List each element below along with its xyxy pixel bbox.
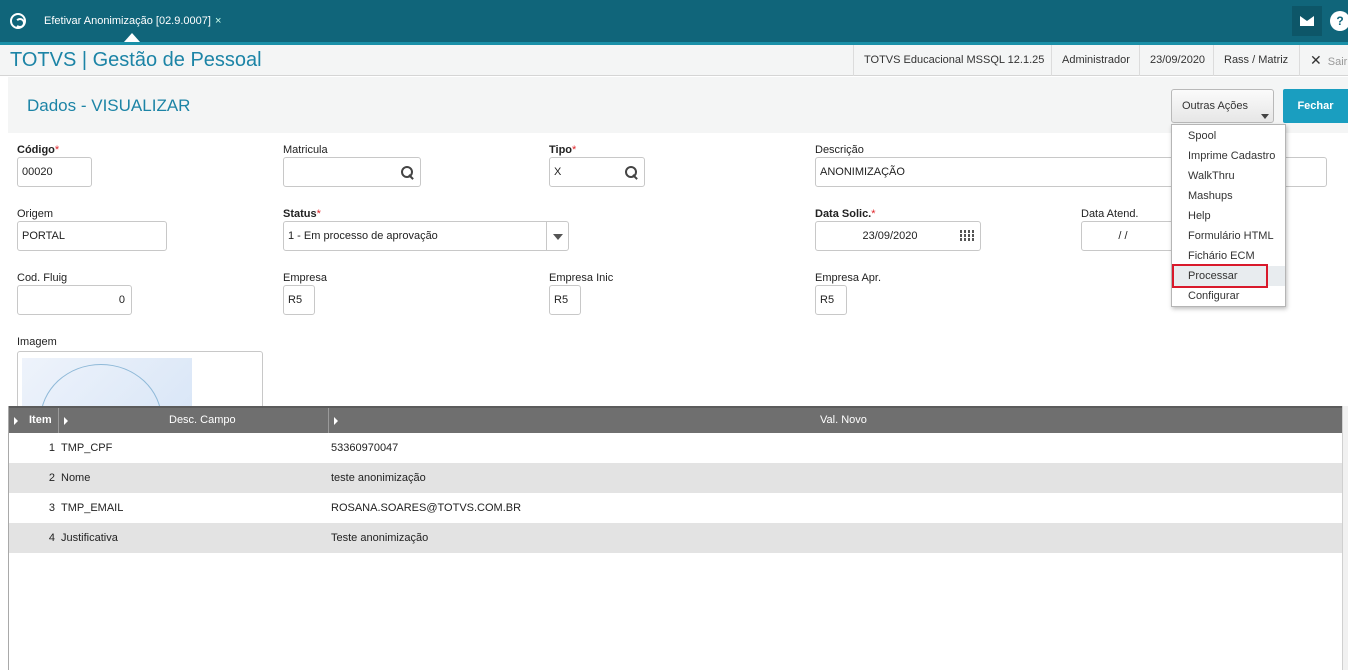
mail-icon xyxy=(1300,16,1314,26)
data-solic-label: Data Solic.* xyxy=(815,208,876,220)
menu-item-mashups[interactable]: Mashups xyxy=(1172,186,1285,206)
codigo-label: Código* xyxy=(17,144,60,156)
app-header: TOTVS | Gestão de Pessoal TOTVS Educacio… xyxy=(0,42,1348,76)
user-name[interactable]: Administrador xyxy=(1051,45,1140,76)
dropdown-arrow-icon[interactable] xyxy=(546,222,568,250)
top-bar: Efetivar Anonimização [02.9.0007] × ? xyxy=(0,0,1348,42)
empresa-apr-field[interactable]: R5 xyxy=(815,285,847,315)
data-grid: Item Desc. Campo Val. Novo 1 TMP_CPF 533… xyxy=(8,406,1343,670)
data-atend-label: Data Atend. xyxy=(1081,208,1139,220)
menu-item-help[interactable]: Help xyxy=(1172,206,1285,226)
status-value: 1 - Em processo de aprovação xyxy=(288,230,438,242)
exit-button[interactable]: ✕ Sair xyxy=(1299,45,1348,76)
image-thumbnail xyxy=(22,358,192,410)
close-icon: ✕ xyxy=(1310,52,1322,68)
cod-fluig-label: Cod. Fluig xyxy=(17,272,68,284)
empresa-apr-label: Empresa Apr. xyxy=(815,272,882,284)
title-bar: Dados - VISUALIZAR xyxy=(8,77,1348,133)
active-tab-indicator xyxy=(124,33,140,42)
system-date[interactable]: 23/09/2020 xyxy=(1139,45,1215,76)
empresa-field[interactable]: R5 xyxy=(283,285,315,315)
matricula-field[interactable] xyxy=(283,157,421,187)
imagem-field[interactable] xyxy=(17,351,263,411)
data-solic-field[interactable]: 23/09/2020 xyxy=(815,221,981,251)
outras-acoes-menu: Spool Imprime Cadastro WalkThru Mashups … xyxy=(1171,124,1286,307)
column-val-novo[interactable]: Val. Novo xyxy=(329,408,1343,433)
column-desc-campo[interactable]: Desc. Campo xyxy=(59,408,329,433)
table-row[interactable]: 4 Justificativa Teste anonimização xyxy=(9,523,1343,553)
help-icon[interactable]: ? xyxy=(1330,11,1348,31)
menu-item-fichario-ecm[interactable]: Fichário ECM xyxy=(1172,246,1285,266)
highlight-box xyxy=(1172,264,1268,288)
tab-efetivar-anonimizacao[interactable]: Efetivar Anonimização [02.9.0007] × xyxy=(36,7,229,35)
tab-close-icon[interactable]: × xyxy=(215,15,221,27)
origem-field[interactable]: PORTAL xyxy=(17,221,167,251)
mail-button[interactable] xyxy=(1292,6,1322,36)
codigo-field[interactable]: 00020 xyxy=(17,157,92,187)
column-item[interactable]: Item xyxy=(9,408,59,433)
data-solic-value: 23/09/2020 xyxy=(862,230,918,242)
empresa-label: Empresa xyxy=(283,272,328,284)
status-label: Status* xyxy=(283,208,321,220)
table-row[interactable]: 1 TMP_CPF 53360970047 xyxy=(9,433,1343,463)
matricula-label: Matricula xyxy=(283,144,328,156)
tipo-field[interactable]: X xyxy=(549,157,645,187)
system-info: TOTVS Educacional MSSQL 12.1.25 xyxy=(853,45,1054,76)
table-row[interactable]: 2 Nome teste anonimização xyxy=(9,463,1343,493)
cod-fluig-field[interactable]: 0 xyxy=(17,285,132,315)
tipo-value: X xyxy=(554,166,562,178)
branch-info[interactable]: Rass / Matriz xyxy=(1213,45,1298,76)
descricao-label: Descrição xyxy=(815,144,864,156)
calendar-icon[interactable] xyxy=(960,230,974,242)
search-icon[interactable] xyxy=(401,166,413,178)
totvs-logo-icon[interactable] xyxy=(10,13,26,29)
menu-item-spool[interactable]: Spool xyxy=(1172,126,1285,146)
sort-arrow-icon xyxy=(64,417,68,425)
tab-label: Efetivar Anonimização [02.9.0007] xyxy=(44,15,211,27)
tipo-label: Tipo* xyxy=(549,144,577,156)
fechar-button[interactable]: Fechar xyxy=(1283,89,1348,123)
menu-item-imprime-cadastro[interactable]: Imprime Cadastro xyxy=(1172,146,1285,166)
outras-acoes-button[interactable]: Outras Ações xyxy=(1171,89,1274,123)
data-atend-field[interactable]: / / xyxy=(1081,221,1181,251)
grid-header: Item Desc. Campo Val. Novo xyxy=(9,406,1343,433)
page-title: Dados - VISUALIZAR xyxy=(27,96,191,115)
table-row[interactable]: 3 TMP_EMAIL ROSANA.SOARES@TOTVS.COM.BR xyxy=(9,493,1343,523)
origem-label: Origem xyxy=(17,208,54,220)
imagem-label: Imagem xyxy=(17,336,57,348)
sort-arrow-icon xyxy=(14,417,18,425)
empresa-inic-label: Empresa Inic xyxy=(549,272,614,284)
empresa-inic-field[interactable]: R5 xyxy=(549,285,581,315)
outras-acoes-label: Outras Ações xyxy=(1182,100,1249,112)
status-select[interactable]: 1 - Em processo de aprovação xyxy=(283,221,569,251)
app-brand: TOTVS | Gestão de Pessoal xyxy=(10,49,262,71)
exit-label: Sair xyxy=(1327,56,1348,68)
menu-item-configurar[interactable]: Configurar xyxy=(1172,286,1285,306)
menu-item-formulario-html[interactable]: Formulário HTML xyxy=(1172,226,1285,246)
menu-item-walkthru[interactable]: WalkThru xyxy=(1172,166,1285,186)
vertical-scrollbar[interactable] xyxy=(1342,406,1348,670)
caret-down-icon xyxy=(1261,114,1269,119)
sort-arrow-icon xyxy=(334,417,338,425)
search-icon[interactable] xyxy=(625,166,637,178)
